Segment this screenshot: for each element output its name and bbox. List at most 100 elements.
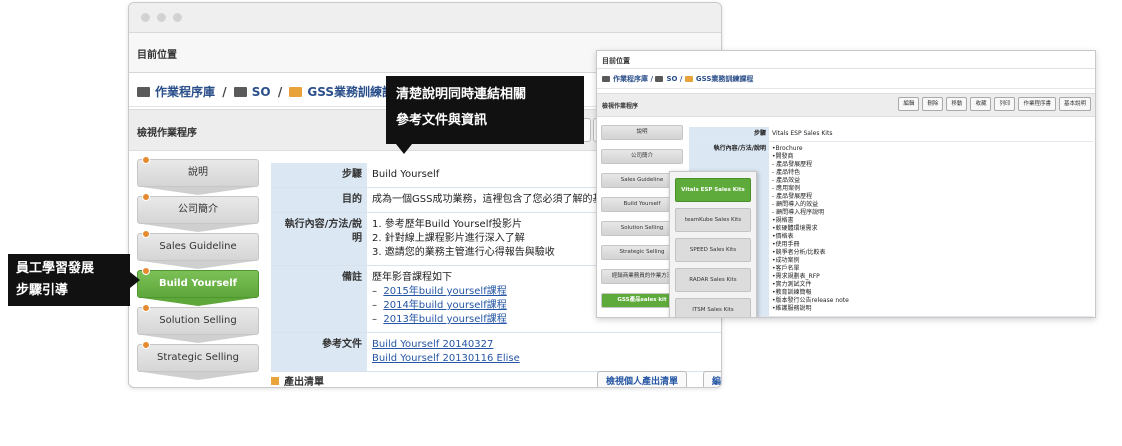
callout-line: 步驟引導 [16,283,69,298]
row-value: Vitals ESP Sales Kits [769,127,1093,142]
list-item: •軟硬體環境需求 [772,225,818,232]
step-label: Build Yourself [159,278,237,289]
breadcrumb-item[interactable]: SO [252,85,271,99]
square-icon [271,377,279,385]
callout-line: 清楚說明同時連結相關 [396,87,527,102]
list-item: •需求規劃表_RFP [772,273,820,280]
popup-item[interactable]: ITSM Sales Kits [675,298,751,317]
list-item: - 產品效益 [772,177,801,184]
pin-icon [142,267,150,275]
edit-button[interactable]: 編 [703,371,721,387]
list-item: - 產品特色 [772,169,801,176]
course-link[interactable]: 2014年build yourself課程 [383,300,506,311]
table-row: 參考文件 Build Yourself 20140327 Build Yours… [271,332,721,372]
list-item: •實力測試文件 [772,281,812,288]
folder-icon [655,76,664,82]
breadcrumb-separator: / [277,85,283,99]
sales-kit-popup: Vitals ESP Sales Kits teamKube Sales Kit… [669,171,757,317]
step-item[interactable]: 公司簡介 [601,149,683,164]
move-button[interactable]: 移動 [946,97,968,111]
pin-icon [142,304,150,312]
delete-button[interactable]: 刪除 [922,97,944,111]
pin-icon [142,341,150,349]
breadcrumb-separator: / [222,85,227,99]
breadcrumb-item[interactable]: GSS業務訓練課程 [696,75,754,83]
list-item: •維護服務說明 [772,305,812,312]
callout-line: 員工學習發展 [16,261,95,276]
document-link[interactable]: Build Yourself 20140327 [372,339,493,350]
callout-steps: 員工學習發展 步驟引導 [8,254,140,306]
step-item[interactable]: Solution Selling [137,304,259,343]
list-item: - 產品發展歷程 [772,193,813,200]
list-item: - 顧問導入的效益 [772,201,819,208]
table-row: 步驟 Vitals ESP Sales Kits [689,127,1093,142]
breadcrumb-item[interactable]: 作業程序庫 [155,85,215,99]
print-button[interactable]: 列印 [994,97,1016,111]
close-dot-icon[interactable] [141,13,150,22]
list-item: - 顧問導入程序說明 [772,209,825,216]
row-value: •Brochure •開發商 - 產品發展歷程 - 產品特色 - 產品效益 - … [769,141,1093,317]
step-item[interactable]: 公司簡介 [137,193,259,232]
folder-icon [137,87,150,97]
callout-line: 參考文件與資訊 [396,113,488,128]
course-link[interactable]: 2015年build yourself課程 [383,286,506,297]
folder-icon [602,76,610,82]
toolbar: 編輯 刪除 移動 收藏 列印 作業程序書 基本說明 [898,97,1091,111]
output-section: 產出清單 檢視個人產出清單 編 [271,371,721,388]
row-label: 備註 [271,265,367,333]
breadcrumb: 作業程序庫 / SO / GSS業務訓練課程 [597,69,1095,89]
step-label: Sales Guideline [159,241,237,252]
list-item: •規格書 [772,217,794,224]
list-item: - 應用案例 [772,185,801,192]
zoom-dot-icon[interactable] [173,13,182,22]
edit-button[interactable]: 編輯 [898,97,920,111]
folder-open-icon [684,76,693,82]
row-label: 步驟 [271,163,367,188]
pin-icon [142,193,150,201]
callout-documents: 清楚說明同時連結相關 參考文件與資訊 [386,76,584,154]
output-label: 產出清單 [284,377,324,388]
step-label: Strategic Selling [157,352,239,363]
row-label: 參考文件 [271,332,367,372]
list-item: - 產品發展歷程 [772,161,813,168]
list-item: •競爭者分析/比較表 [772,249,826,256]
row-label: 執行內容/方法/說明 [271,212,367,266]
course-link[interactable]: 2013年build yourself課程 [383,314,506,325]
list-item: •客戶名單 [772,265,800,272]
popup-item[interactable]: Vitals ESP Sales Kits [675,178,751,202]
popup-item[interactable]: teamKube Sales Kits [675,208,751,232]
row-value: Build Yourself 20140327 Build Yourself 2… [367,332,721,372]
list-item: •成功案例 [772,257,800,264]
panel-title-text: 檢視作業程序 [137,128,197,139]
pin-icon [142,156,150,164]
folder-open-icon [289,87,303,97]
row-label: 目的 [271,187,367,213]
step-item[interactable]: 說明 [137,156,259,195]
list-item: •開發商 [772,153,794,160]
step-label: Solution Selling [159,315,237,326]
list-item: •版本發行公告release note [772,297,849,304]
basic-info-button[interactable]: 基本說明 [1058,97,1091,111]
step-item[interactable]: Strategic Selling [137,341,259,380]
step-item[interactable]: Sales Guideline [137,230,259,269]
step-navigator: 說明 公司簡介 Sales Guideline Build Yourself S… [137,156,259,381]
row-label: 步驟 [689,127,769,142]
popup-item[interactable]: RADAR Sales Kits [675,268,751,292]
minimize-dot-icon[interactable] [157,13,166,22]
step-item[interactable]: 說明 [601,125,683,140]
list-item: •教育訓練簡報 [772,289,812,296]
breadcrumb-item[interactable]: 作業程序庫 [613,75,648,83]
document-link[interactable]: Build Yourself 20130116 Elise [372,353,520,364]
procedure-doc-button[interactable]: 作業程序書 [1018,97,1056,111]
breadcrumb-item[interactable]: SO [666,75,677,83]
popup-item[interactable]: SPEED Sales Kits [675,238,751,262]
location-label: 目前位置 [597,51,1095,69]
window-titlebar [129,3,721,33]
view-output-button[interactable]: 檢視個人產出清單 [597,371,688,387]
favorite-button[interactable]: 收藏 [970,97,992,111]
list-item: •使用手冊 [772,241,800,248]
pin-icon [142,230,150,238]
detail-window: 目前位置 作業程序庫 / SO / GSS業務訓練課程 檢視作業程序 編輯 刪除… [596,50,1096,318]
list-item: •Brochure [772,145,803,152]
step-item-active[interactable]: Build Yourself [137,267,259,306]
